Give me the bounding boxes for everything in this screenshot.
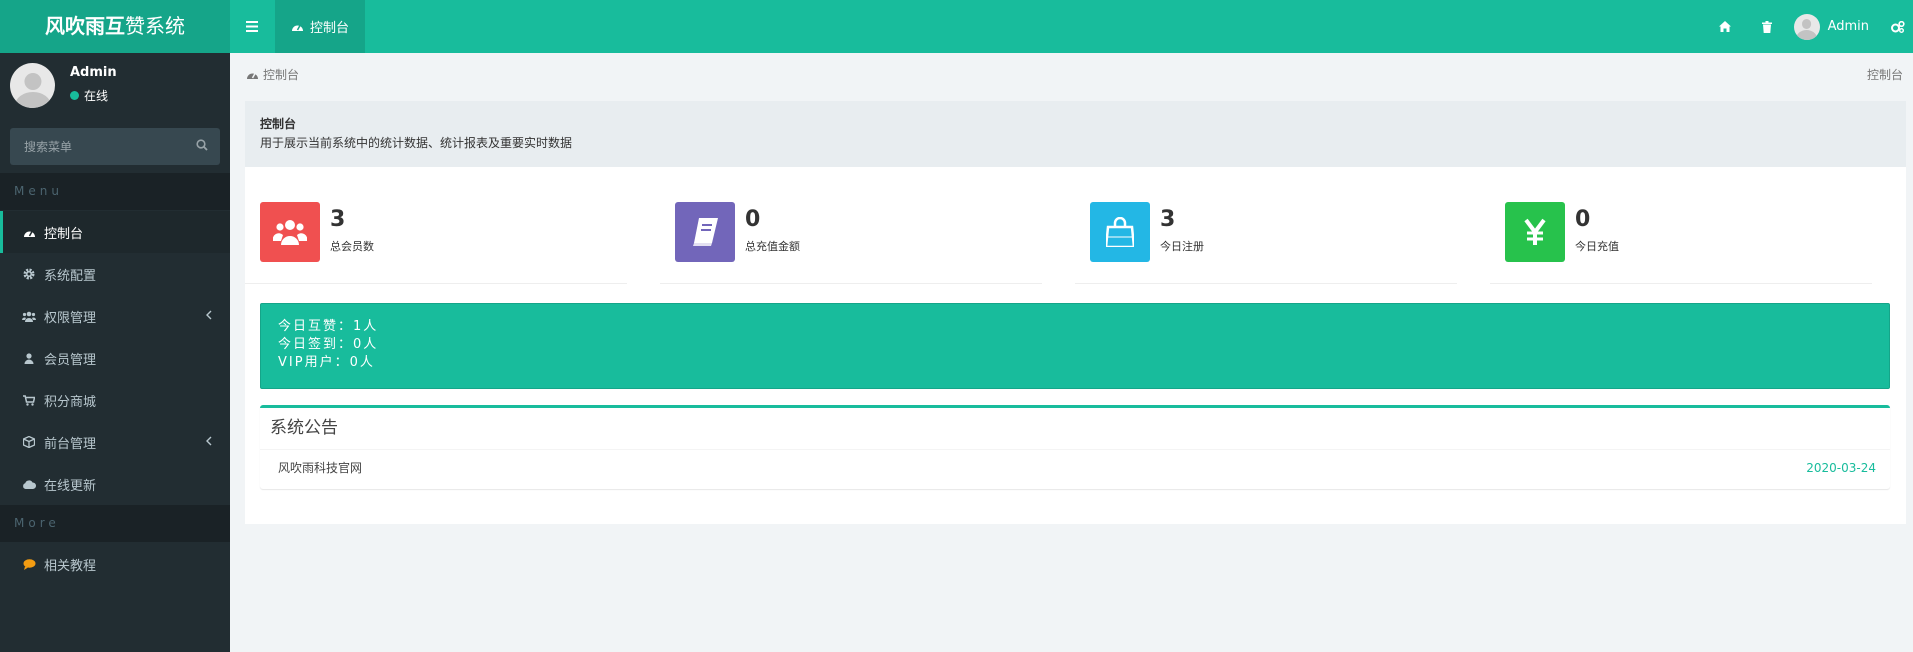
list-item[interactable]: 风吹雨科技官网 2020-03-24 — [260, 450, 1890, 488]
sidebar-item-label: 相关教程 — [44, 558, 97, 574]
avatar — [1793, 13, 1820, 40]
users-icon — [273, 220, 307, 245]
trash-icon — [1761, 20, 1772, 33]
stat-icon-box — [675, 202, 735, 262]
top-right-nav: Admin — [1704, 0, 1913, 53]
panel-heading: 控制台 用于展示当前系统中的统计数据、统计报表及重要实时数据 — [245, 101, 1906, 167]
dashboard-icon — [247, 73, 258, 79]
user-status-label: 在线 — [84, 89, 109, 103]
vip-users: VIP用户：0人 — [278, 355, 375, 370]
user-panel: Admin 在线 — [0, 53, 230, 122]
breadcrumb: 控制台 — [246, 66, 299, 83]
clear-cache-button[interactable] — [1746, 0, 1788, 53]
stat-value: 3 — [330, 207, 346, 232]
stat-icon-box — [260, 202, 320, 262]
sidebar-item-label: 系统配置 — [44, 268, 97, 284]
users-icon — [22, 309, 36, 323]
chevron-left-icon — [206, 309, 212, 324]
user-status: 在线 — [70, 87, 108, 104]
user-icon — [22, 351, 36, 365]
today-likes: 今日互赞：1人 — [278, 319, 379, 334]
announcement-title: 系统公告 — [260, 408, 1890, 450]
search-button[interactable] — [196, 139, 212, 155]
book-icon — [693, 218, 718, 246]
chevron-left-icon — [206, 435, 212, 450]
more-header: More — [0, 505, 230, 542]
stat-value: 0 — [1575, 207, 1591, 232]
gears-icon — [1891, 20, 1905, 33]
sidebar: Admin 在线 Menu 控制台 系统配置 权限管理 会员管理 积分商城 前台… — [0, 53, 230, 652]
page-title: 控制台 — [260, 117, 297, 131]
cart-icon — [22, 393, 36, 407]
logo-bold-text: 风吹雨互 — [45, 14, 125, 38]
settings-button[interactable] — [1883, 0, 1913, 53]
sidebar-item-label: 积分商城 — [44, 394, 97, 410]
dashboard-icon — [291, 25, 303, 31]
today-summary-box: 今日互赞：1人 今日签到：0人 VIP用户：0人 — [260, 303, 1890, 389]
hamburger-icon — [246, 21, 258, 32]
stat-value: 3 — [1160, 207, 1176, 232]
stat-today-recharge: 0 今日充值 — [1490, 201, 1872, 284]
stat-label: 总充值金额 — [745, 240, 800, 253]
sidebar-item-label: 会员管理 — [44, 352, 97, 368]
cloud-icon — [22, 477, 36, 491]
page-description: 用于展示当前系统中的统计数据、统计报表及重要实时数据 — [260, 136, 573, 150]
menu-header: Menu — [0, 173, 230, 210]
sidebar-item-label: 权限管理 — [44, 310, 97, 326]
sidebar-item-system-config[interactable]: 系统配置 — [0, 253, 230, 295]
stat-label: 总会员数 — [330, 240, 374, 253]
search-input[interactable] — [10, 128, 190, 165]
stat-today-registrations: 3 今日注册 — [1075, 201, 1457, 284]
stat-label: 今日充值 — [1575, 240, 1619, 253]
cube-icon — [22, 435, 36, 449]
sidebar-item-frontend[interactable]: 前台管理 — [0, 421, 230, 463]
breadcrumb-current: 控制台 — [1866, 68, 1903, 82]
announcement-box: 系统公告 风吹雨科技官网 2020-03-24 — [260, 405, 1890, 489]
stat-icon-box — [1505, 202, 1565, 262]
yen-icon — [1524, 218, 1546, 245]
sidebar-item-online-update[interactable]: 在线更新 — [0, 463, 230, 505]
announcement-text[interactable]: 风吹雨科技官网 — [278, 461, 362, 475]
sidebar-item-permissions[interactable]: 权限管理 — [0, 295, 230, 337]
sidebar-search — [10, 128, 220, 165]
stat-value: 0 — [745, 207, 761, 232]
tab-label: 控制台 — [309, 21, 349, 36]
comment-icon — [22, 557, 36, 571]
home-button[interactable] — [1704, 0, 1746, 53]
top-navbar: 风吹雨互赞系统 控制台 Admin — [0, 0, 1913, 53]
avatar — [10, 63, 55, 108]
search-icon — [196, 139, 208, 151]
sidebar-item-members[interactable]: 会员管理 — [0, 337, 230, 379]
top-user-name: Admin — [1827, 19, 1869, 34]
breadcrumb-item[interactable]: 控制台 — [263, 66, 299, 83]
stat-total-members: 3 总会员数 — [245, 201, 627, 284]
sidebar-user-name: Admin — [70, 65, 117, 80]
home-icon — [1718, 21, 1731, 32]
main-panel: 控制台 用于展示当前系统中的统计数据、统计报表及重要实时数据 3 总会员数 0 … — [245, 101, 1906, 524]
online-dot-icon — [70, 91, 79, 100]
dashboard-icon — [22, 225, 36, 239]
sidebar-item-points-mall[interactable]: 积分商城 — [0, 379, 230, 421]
sidebar-toggle-button[interactable] — [230, 0, 274, 53]
stat-label: 今日注册 — [1160, 240, 1204, 253]
sidebar-item-dashboard[interactable]: 控制台 — [0, 211, 230, 253]
sidebar-item-tutorials[interactable]: 相关教程 — [0, 543, 230, 585]
sidebar-item-label: 在线更新 — [44, 478, 97, 494]
sidebar-item-label: 控制台 — [44, 226, 84, 242]
stat-total-recharge: 0 总充值金额 — [660, 201, 1042, 284]
announcement-date: 2020-03-24 — [1806, 461, 1876, 475]
today-checkins: 今日签到：0人 — [278, 337, 379, 352]
gear-icon — [22, 267, 36, 281]
sidebar-item-label: 前台管理 — [44, 436, 97, 452]
shopping-bag-icon — [1106, 217, 1134, 247]
tab-dashboard[interactable]: 控制台 — [275, 0, 365, 53]
logo-rest-text: 赞系统 — [125, 14, 185, 38]
app-logo[interactable]: 风吹雨互赞系统 — [0, 0, 230, 53]
user-menu[interactable]: Admin — [1788, 13, 1883, 40]
stat-icon-box — [1090, 202, 1150, 262]
